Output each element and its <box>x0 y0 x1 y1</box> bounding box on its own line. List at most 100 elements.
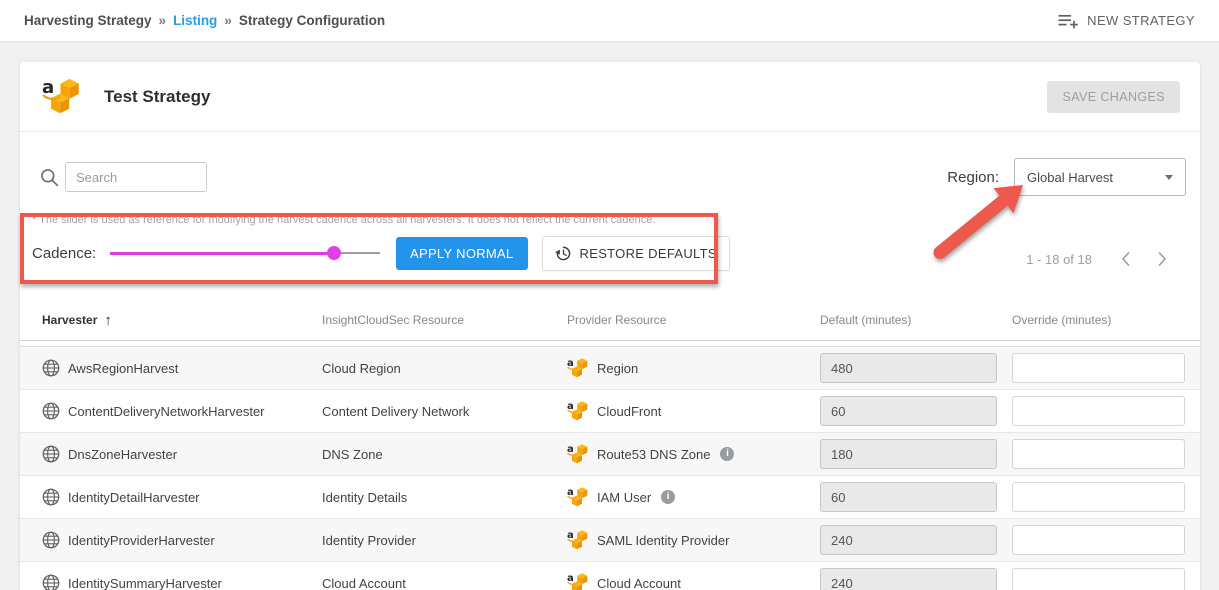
restore-defaults-label: RESTORE DEFAULTS <box>579 245 717 261</box>
globe-icon <box>42 402 60 420</box>
aws-icon <box>567 444 588 464</box>
column-header-override-minutes: Override (minutes) <box>1012 313 1112 327</box>
default-minutes-input <box>820 353 997 383</box>
slider-thumb[interactable] <box>327 246 342 260</box>
default-minutes-cell <box>820 525 1012 555</box>
provider-resource-name: Cloud Account <box>597 575 681 590</box>
save-changes-button[interactable]: SAVE CHANGES <box>1047 80 1180 113</box>
restore-defaults-button[interactable]: RESTORE DEFAULTS <box>541 235 730 271</box>
chevron-left-icon <box>1122 252 1130 266</box>
ics-resource-name: Cloud Region <box>322 360 401 376</box>
region-dropdown[interactable]: Global Harvest <box>1014 158 1186 196</box>
topbar: Harvesting Strategy » Listing » Strategy… <box>0 0 1219 42</box>
table-header: Harvester ↑ InsightCloudSec Resource Pro… <box>20 300 1200 341</box>
provider-resource-name: Region <box>597 360 639 376</box>
override-minutes-input[interactable] <box>1012 568 1185 590</box>
table-row: IdentitySummaryHarvester Cloud Account C… <box>20 562 1200 590</box>
harvester-name: IdentitySummaryHarvester <box>68 575 222 590</box>
apply-normal-button[interactable]: APPLY NORMAL <box>396 236 528 270</box>
breadcrumb: Harvesting Strategy » Listing » Strategy… <box>24 13 385 28</box>
restore-history-icon <box>554 246 570 260</box>
provider-resource-name: SAML Identity Provider <box>597 532 730 548</box>
override-minutes-input[interactable] <box>1012 482 1185 512</box>
breadcrumb-root: Harvesting Strategy <box>24 13 152 28</box>
ics-resource-cell: Content Delivery Network <box>322 404 567 419</box>
default-minutes-input <box>820 396 997 426</box>
column-header-harvester[interactable]: Harvester ↑ <box>42 312 322 329</box>
info-icon[interactable]: i <box>661 490 676 504</box>
breadcrumb-separator: » <box>158 13 167 28</box>
column-header-provider-resource: Provider Resource <box>567 313 667 327</box>
globe-icon <box>42 574 60 590</box>
globe-icon <box>42 359 60 377</box>
aws-icon <box>567 573 588 590</box>
provider-resource-cell: Route53 DNS Zone i <box>567 444 820 464</box>
provider-resource-cell: IAM User i <box>567 487 820 507</box>
ics-resource-name: Cloud Account <box>322 575 406 590</box>
override-minutes-input[interactable] <box>1012 439 1185 469</box>
ics-resource-cell: Cloud Region <box>322 361 567 376</box>
card-header: Test Strategy SAVE CHANGES <box>20 62 1200 132</box>
new-strategy-button[interactable]: NEW STRATEGY <box>1058 13 1195 29</box>
default-minutes-cell <box>820 439 1012 469</box>
table-body: AwsRegionHarvest Cloud Region Region i C… <box>20 346 1200 590</box>
override-minutes-input[interactable] <box>1012 353 1185 383</box>
globe-icon <box>42 531 60 549</box>
add-list-icon <box>1058 14 1078 28</box>
cadence-slider[interactable] <box>110 246 380 260</box>
slider-fill <box>110 251 335 255</box>
cadence-label: Cadence: <box>32 244 97 262</box>
provider-resource-cell: SAML Identity Provider i <box>567 530 820 550</box>
cadence-controls: Cadence: APPLY NORMAL RESTORE DEFAULTS <box>32 235 1200 271</box>
harvester-name: IdentityDetailHarvester <box>68 489 200 505</box>
harvester-cell: IdentityDetailHarvester <box>42 488 322 506</box>
table-row: DnsZoneHarvester DNS Zone Route53 DNS Zo… <box>20 433 1200 476</box>
cadence-section: * The slider is used as reference for mo… <box>20 213 1200 271</box>
ics-resource-cell: Cloud Account <box>322 576 567 590</box>
info-icon[interactable]: i <box>720 447 735 461</box>
pagination-prev-button[interactable] <box>1118 249 1133 269</box>
override-minutes-input[interactable] <box>1012 525 1185 555</box>
new-strategy-label: NEW STRATEGY <box>1087 13 1195 28</box>
harvester-cell: DnsZoneHarvester <box>42 445 322 463</box>
harvester-name: ContentDeliveryNetworkHarvester <box>68 403 265 419</box>
ics-resource-name: Content Delivery Network <box>322 403 470 419</box>
caret-down-icon <box>1165 174 1173 180</box>
cadence-note: * The slider is used as reference for mo… <box>32 214 656 226</box>
sort-asc-icon: ↑ <box>104 311 112 329</box>
harvester-cell: ContentDeliveryNetworkHarvester <box>42 402 322 420</box>
ics-resource-name: Identity Provider <box>322 532 416 548</box>
column-header-default-minutes: Default (minutes) <box>820 313 912 327</box>
pagination: 1 - 18 of 18 <box>1026 244 1170 274</box>
breadcrumb-separator: » <box>224 13 232 28</box>
override-minutes-cell <box>1012 482 1185 512</box>
harvester-cell: IdentityProviderHarvester <box>42 531 322 549</box>
harvester-cell: IdentitySummaryHarvester <box>42 574 322 590</box>
default-minutes-input <box>820 439 997 469</box>
default-minutes-cell <box>820 353 1012 383</box>
aws-icon <box>567 487 588 507</box>
aws-icon <box>567 530 588 550</box>
breadcrumb-current: Strategy Configuration <box>238 13 386 28</box>
aws-icon <box>567 358 588 378</box>
override-minutes-input[interactable] <box>1012 396 1185 426</box>
ics-resource-name: DNS Zone <box>322 446 383 462</box>
override-minutes-cell <box>1012 396 1185 426</box>
default-minutes-input <box>820 568 997 590</box>
override-minutes-cell <box>1012 568 1185 590</box>
strategy-card: Test Strategy SAVE CHANGES Region: Globa… <box>20 62 1200 590</box>
default-minutes-input <box>820 482 997 512</box>
provider-resource-cell: Cloud Account i <box>567 573 820 590</box>
search-icon <box>41 168 59 186</box>
search-input[interactable] <box>65 162 207 192</box>
table-row: IdentityDetailHarvester Identity Details… <box>20 476 1200 519</box>
ics-resource-cell: Identity Provider <box>322 533 567 548</box>
breadcrumb-link-listing[interactable]: Listing <box>173 13 217 28</box>
column-header-ics-resource: InsightCloudSec Resource <box>322 313 465 327</box>
column-header-harvester-label: Harvester <box>42 313 98 327</box>
globe-icon <box>42 488 60 506</box>
default-minutes-cell <box>820 568 1012 590</box>
screen: a Harvesting Strategy » Listing » Strate… <box>0 0 1219 590</box>
override-minutes-cell <box>1012 353 1185 383</box>
pagination-next-button[interactable] <box>1155 249 1170 269</box>
